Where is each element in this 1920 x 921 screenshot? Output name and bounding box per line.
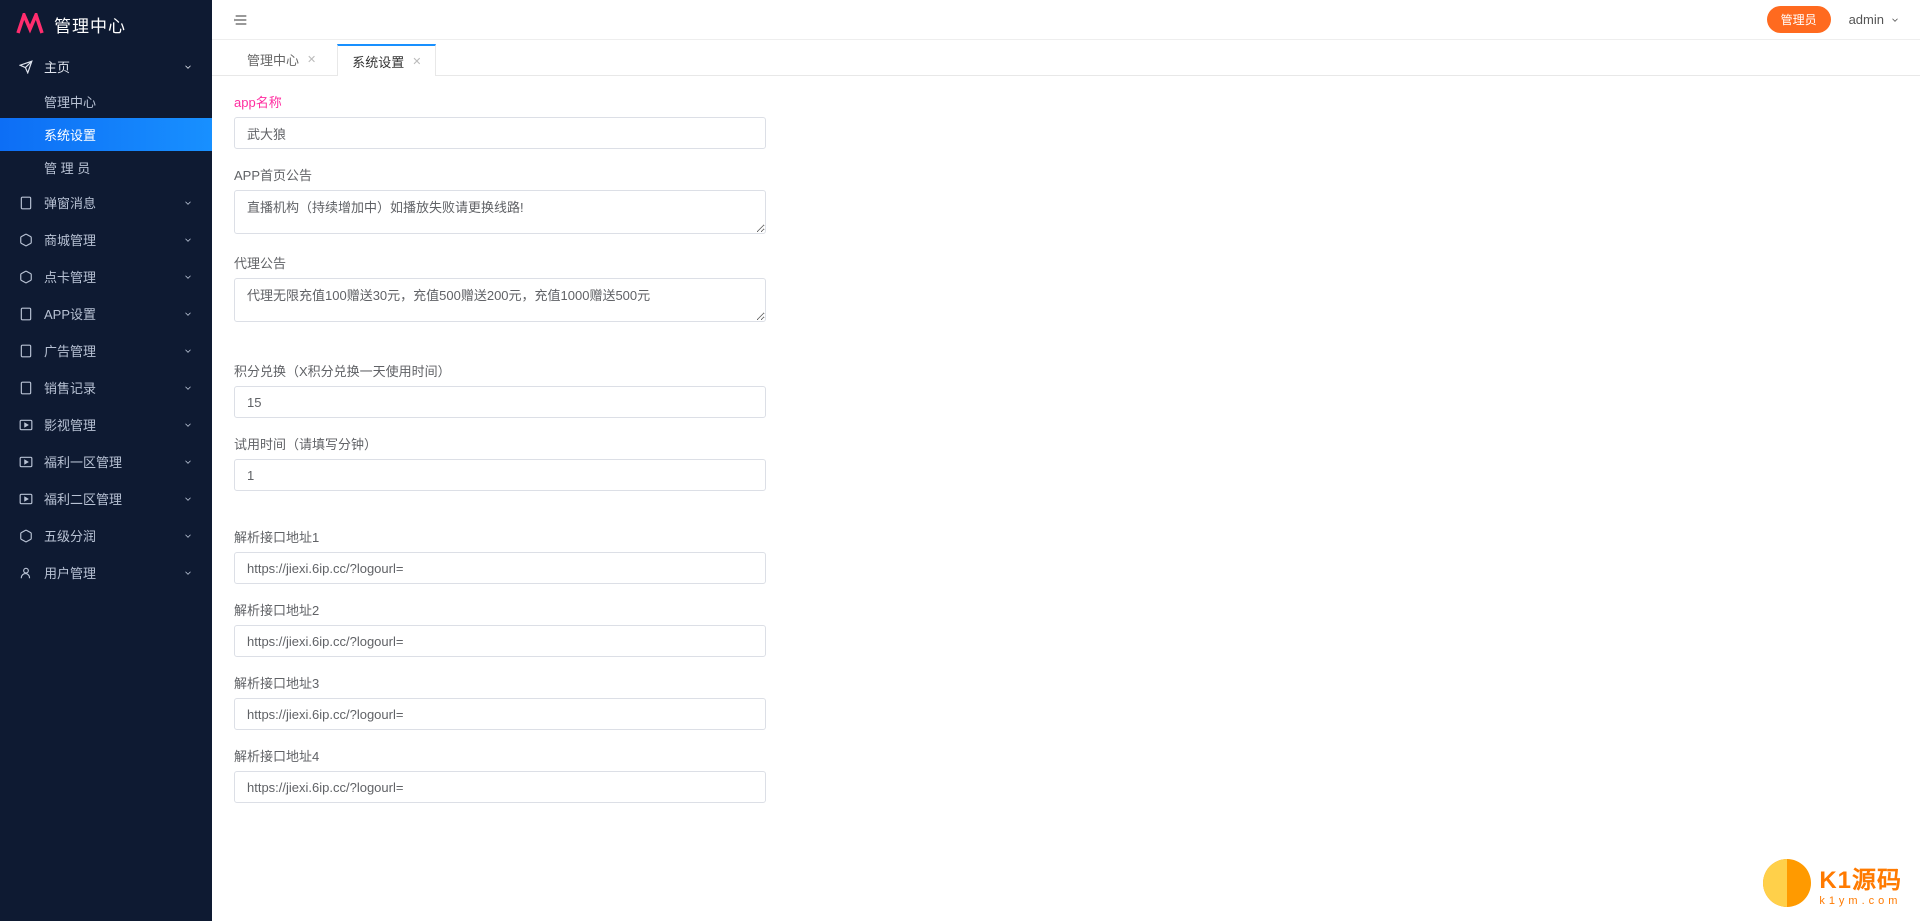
sidebar-item-sales[interactable]: 销售记录 xyxy=(0,369,212,406)
tablet-icon xyxy=(18,343,34,359)
logo-icon xyxy=(16,13,46,35)
points-label: 积分兑换（X积分兑换一天使用时间） xyxy=(234,361,766,380)
chevron-down-icon xyxy=(182,456,194,468)
sidebar-label: APP设置 xyxy=(44,304,182,323)
chevron-up-icon xyxy=(182,61,194,73)
chevron-down-icon xyxy=(182,271,194,283)
sidebar-item-ads[interactable]: 广告管理 xyxy=(0,332,212,369)
tablet-icon xyxy=(18,306,34,322)
cube-icon xyxy=(18,528,34,544)
chevron-down-icon xyxy=(1890,15,1900,25)
tablet-icon xyxy=(18,380,34,396)
app-name-label: app名称 xyxy=(234,92,766,111)
sidebar-sub-center[interactable]: 管理中心 xyxy=(0,85,212,118)
api4-label: 解析接口地址4 xyxy=(234,746,766,765)
sidebar-nav: 主页 管理中心 系统设置 管 理 员 弹窗消息 商城管理 点卡管理 xyxy=(0,48,212,921)
send-icon xyxy=(18,59,34,75)
home-notice-textarea[interactable] xyxy=(234,190,766,234)
sidebar-item-card[interactable]: 点卡管理 xyxy=(0,258,212,295)
trial-input[interactable] xyxy=(234,459,766,491)
chevron-down-icon xyxy=(182,419,194,431)
topbar: 管理员 admin xyxy=(212,0,1920,40)
close-icon[interactable]: ✕ xyxy=(412,55,421,68)
cube-icon xyxy=(18,269,34,285)
chevron-down-icon xyxy=(182,197,194,209)
chevron-down-icon xyxy=(182,382,194,394)
api4-input[interactable] xyxy=(234,771,766,803)
sidebar-label: 点卡管理 xyxy=(44,267,182,286)
chevron-down-icon xyxy=(182,567,194,579)
sidebar-item-users[interactable]: 用户管理 xyxy=(0,554,212,591)
sidebar-label: 商城管理 xyxy=(44,230,182,249)
app-name-input[interactable] xyxy=(234,117,766,149)
agent-notice-label: 代理公告 xyxy=(234,253,766,272)
admin-badge[interactable]: 管理员 xyxy=(1767,6,1831,33)
sidebar-item-appset[interactable]: APP设置 xyxy=(0,295,212,332)
tab-label: 系统设置 xyxy=(352,52,404,71)
sidebar-item-profit[interactable]: 五级分润 xyxy=(0,517,212,554)
tab-center[interactable]: 管理中心 ✕ xyxy=(232,43,331,75)
user-dropdown[interactable]: admin xyxy=(1849,12,1900,27)
sidebar-item-video[interactable]: 影视管理 xyxy=(0,406,212,443)
user-name: admin xyxy=(1849,12,1884,27)
main-area: 管理员 admin 管理中心 ✕ 系统设置 ✕ app名称 xyxy=(212,0,1920,921)
sidebar-label: 五级分润 xyxy=(44,526,182,545)
tab-label: 管理中心 xyxy=(247,50,299,69)
api2-label: 解析接口地址2 xyxy=(234,600,766,619)
close-icon[interactable]: ✕ xyxy=(307,53,316,66)
home-notice-label: APP首页公告 xyxy=(234,165,766,184)
sidebar-label: 影视管理 xyxy=(44,415,182,434)
agent-notice-textarea[interactable] xyxy=(234,278,766,322)
sidebar-item-welfare2[interactable]: 福利二区管理 xyxy=(0,480,212,517)
chevron-down-icon xyxy=(182,530,194,542)
sidebar-label: 广告管理 xyxy=(44,341,182,360)
sidebar-label: 福利二区管理 xyxy=(44,489,182,508)
sidebar: 管理中心 主页 管理中心 系统设置 管 理 员 弹窗消息 xyxy=(0,0,212,921)
tabs-bar: 管理中心 ✕ 系统设置 ✕ xyxy=(212,40,1920,76)
chevron-down-icon xyxy=(182,345,194,357)
tab-settings[interactable]: 系统设置 ✕ xyxy=(337,44,436,76)
chevron-down-icon xyxy=(182,493,194,505)
tablet-icon xyxy=(18,195,34,211)
play-icon xyxy=(18,491,34,507)
trial-label: 试用时间（请填写分钟） xyxy=(234,434,766,453)
api3-label: 解析接口地址3 xyxy=(234,673,766,692)
cube-icon xyxy=(18,232,34,248)
sidebar-label: 弹窗消息 xyxy=(44,193,182,212)
sidebar-label: 主页 xyxy=(44,57,182,76)
logo-area: 管理中心 xyxy=(0,0,212,48)
sidebar-sub-settings[interactable]: 系统设置 xyxy=(0,118,212,151)
api1-input[interactable] xyxy=(234,552,766,584)
play-icon xyxy=(18,454,34,470)
user-icon xyxy=(18,565,34,581)
api2-input[interactable] xyxy=(234,625,766,657)
sidebar-item-shop[interactable]: 商城管理 xyxy=(0,221,212,258)
points-input[interactable] xyxy=(234,386,766,418)
chevron-down-icon xyxy=(182,308,194,320)
sidebar-label: 用户管理 xyxy=(44,563,182,582)
sidebar-item-home[interactable]: 主页 xyxy=(0,48,212,85)
brand-title: 管理中心 xyxy=(54,12,126,37)
collapse-sidebar-button[interactable] xyxy=(232,12,250,28)
sidebar-label: 销售记录 xyxy=(44,378,182,397)
sidebar-sub-admin[interactable]: 管 理 员 xyxy=(0,151,212,184)
chevron-down-icon xyxy=(182,234,194,246)
play-icon xyxy=(18,417,34,433)
api1-label: 解析接口地址1 xyxy=(234,527,766,546)
sidebar-item-popup[interactable]: 弹窗消息 xyxy=(0,184,212,221)
sidebar-item-welfare1[interactable]: 福利一区管理 xyxy=(0,443,212,480)
content-area: app名称 APP首页公告 代理公告 积分兑换（X积分兑换一天使用时间） 试用时… xyxy=(212,76,1920,921)
api3-input[interactable] xyxy=(234,698,766,730)
sidebar-label: 福利一区管理 xyxy=(44,452,182,471)
